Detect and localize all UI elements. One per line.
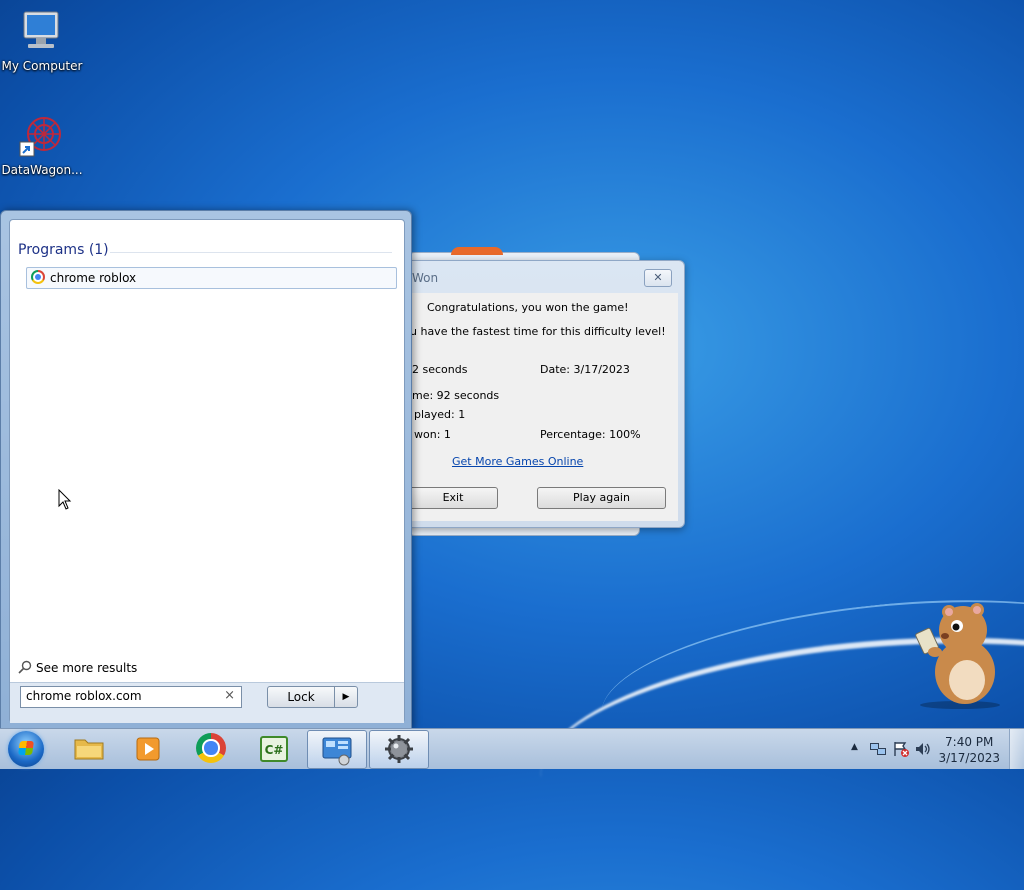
control-panel-icon — [322, 737, 352, 766]
start-search-input[interactable]: chrome roblox.com × — [20, 686, 242, 708]
action-center-flag-icon[interactable] — [892, 740, 910, 758]
gear-icon — [385, 735, 413, 763]
programs-header: Programs (1) — [18, 242, 109, 258]
taskbar-media-player[interactable] — [120, 730, 178, 767]
desktop-icon-datawagon[interactable]: DataWagon... — [0, 112, 84, 177]
shutdown-options-arrow[interactable]: ▶ — [334, 686, 358, 708]
chrome-icon — [196, 733, 226, 763]
dialog-content: Congratulations, you won the game! u hav… — [408, 293, 678, 521]
games-played-text: played: 1 — [414, 408, 466, 421]
dialog-title: Won — [412, 271, 439, 285]
play-again-button[interactable]: Play again — [537, 487, 666, 509]
header-divider — [110, 252, 392, 253]
show-hidden-icons-arrow[interactable]: ▲ — [851, 742, 858, 752]
clock[interactable]: 7:40 PM 3/17/2023 — [938, 734, 1000, 766]
search-icon — [18, 660, 32, 674]
clock-time: 7:40 PM — [945, 735, 994, 749]
best-time-text: me: 92 seconds — [412, 389, 500, 402]
taskbar-explorer[interactable] — [60, 730, 118, 767]
network-icon[interactable] — [869, 740, 887, 758]
taskbar-control-panel[interactable] — [307, 730, 367, 769]
percentage-text: Percentage: 100% — [540, 428, 641, 441]
taskbar-chrome[interactable] — [182, 730, 240, 767]
mouse-cursor-icon — [58, 489, 72, 510]
taskbar: C# ▲ 7:40 PM 3/17/2023 — [0, 728, 1024, 769]
taskbar-minesweeper[interactable] — [369, 730, 429, 769]
lock-button[interactable]: Lock — [267, 686, 335, 708]
program-result-chrome-roblox[interactable]: chrome roblox — [26, 267, 397, 289]
time-text: 2 seconds — [412, 363, 468, 376]
clear-search-icon[interactable]: × — [224, 688, 235, 703]
close-button[interactable]: ✕ — [644, 269, 672, 287]
computer-icon — [18, 8, 66, 56]
datawagon-icon — [18, 112, 66, 160]
see-more-results-link[interactable]: See more results — [18, 660, 137, 675]
desktop-icon-my-computer[interactable]: My Computer — [0, 8, 84, 73]
fastest-time-text: u have the fastest time for this difficu… — [410, 325, 666, 338]
search-results-pane: Programs (1) chrome roblox See more resu… — [9, 219, 405, 723]
svg-text:C#: C# — [265, 743, 284, 757]
media-player-icon — [136, 737, 160, 761]
start-menu: Programs (1) chrome roblox See more resu… — [0, 210, 412, 730]
games-won-text: won: 1 — [414, 428, 451, 441]
folder-icon — [74, 739, 104, 760]
date-text: Date: 3/17/2023 — [540, 363, 630, 376]
hamster-gadget[interactable] — [905, 600, 1005, 710]
chrome-icon — [31, 270, 45, 284]
csharp-icon: C# — [260, 736, 288, 762]
clock-date: 3/17/2023 — [938, 751, 1000, 765]
see-more-label: See more results — [36, 661, 138, 675]
show-desktop-button[interactable] — [1009, 729, 1024, 769]
get-more-games-link[interactable]: Get More Games Online — [452, 455, 583, 468]
exit-button[interactable]: Exit — [408, 487, 498, 509]
search-input-value: chrome roblox.com — [26, 689, 142, 703]
volume-icon[interactable] — [914, 740, 932, 758]
desktop-icon-label: DataWagon... — [1, 163, 83, 177]
congrats-text: Congratulations, you won the game! — [427, 301, 629, 314]
desktop-icon-label: My Computer — [1, 59, 83, 73]
game-won-dialog: Won ✕ Congratulations, you won the game!… — [405, 260, 685, 528]
program-result-label: chrome roblox — [50, 271, 137, 285]
taskbar-csharp[interactable]: C# — [245, 730, 303, 767]
system-tray: ▲ 7:40 PM 3/17/2023 — [824, 729, 1024, 769]
start-button[interactable] — [8, 731, 44, 767]
